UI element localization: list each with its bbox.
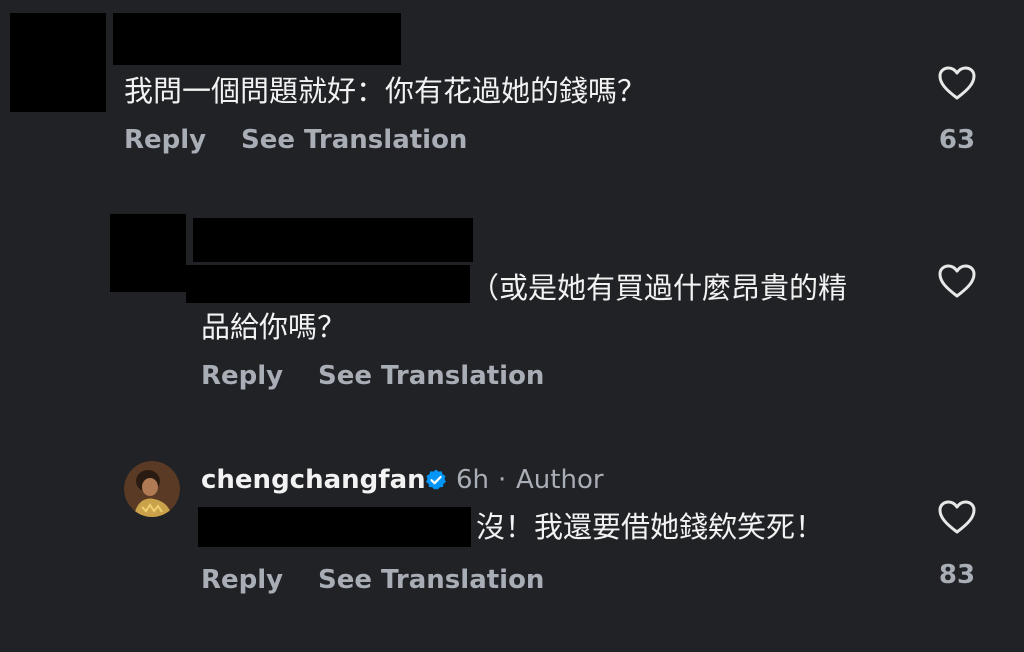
comment-text: 我問一個問題就好：你有花過她的錢嗎？ [124,74,647,108]
see-translation-button[interactable]: See Translation [241,125,467,155]
comment-time: 6h [456,465,490,495]
avatar[interactable] [124,461,180,517]
reply-button[interactable]: Reply [124,125,206,155]
verified-badge-icon [426,469,446,490]
author-username[interactable]: chengchangfan [201,464,426,496]
redacted-mention [198,507,471,547]
heart-icon[interactable] [937,263,977,299]
heart-icon[interactable] [937,499,977,535]
redacted-avatar [10,13,106,112]
redacted-mention [186,265,470,303]
see-translation-button[interactable]: See Translation [318,565,544,595]
comment-text-line: 品給你嗎？ [201,310,347,344]
reply-button[interactable]: Reply [201,565,283,595]
comment-text: 沒！我還要借她錢欸笑死！ [476,510,825,544]
reply-button[interactable]: Reply [201,361,283,391]
avatar-image [124,461,180,517]
comments-thread: 我問一個問題就好：你有花過她的錢嗎？ Reply See Translation… [0,0,1024,652]
see-translation-button[interactable]: See Translation [318,361,544,391]
redacted-avatar [110,214,186,292]
meta-separator: · [498,465,507,495]
like-count: 83 [938,560,976,590]
heart-icon[interactable] [937,65,977,101]
like-count: 63 [938,125,976,155]
author-label: Author [516,465,604,495]
redacted-username [113,13,401,65]
comment-text-line: （或是她有買過什麼昂貴的精 [470,271,848,305]
redacted-username [193,218,473,262]
